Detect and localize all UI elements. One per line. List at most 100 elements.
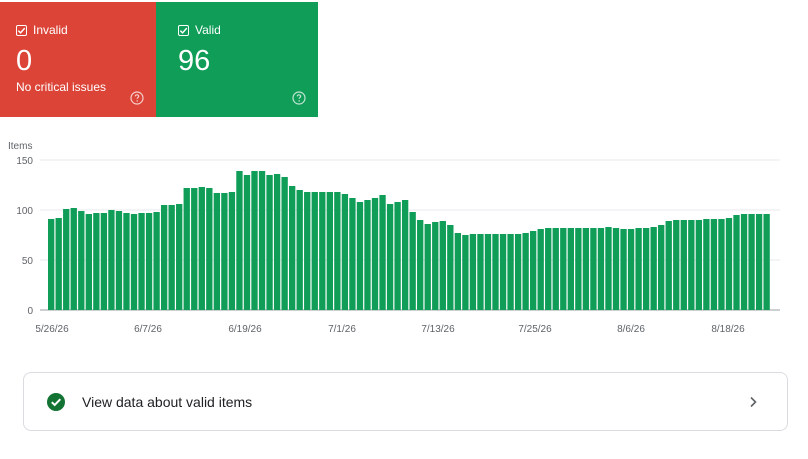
bar (755, 214, 763, 310)
bar (492, 234, 499, 310)
bar (417, 220, 424, 310)
bar (484, 234, 492, 310)
bar (642, 228, 650, 310)
bar (469, 234, 477, 310)
bar (48, 219, 55, 310)
bar (454, 233, 462, 310)
bar (514, 234, 522, 310)
bar (85, 214, 92, 310)
bar (447, 225, 454, 310)
bar (710, 219, 718, 310)
view-valid-items-label: View data about valid items (82, 393, 253, 410)
coverage-panel: Invalid 0 No critical issues Valid 96 It… (0, 0, 808, 459)
bar (627, 229, 635, 310)
bar (55, 218, 62, 310)
valid-status-card[interactable]: Valid 96 (156, 2, 318, 117)
bar (688, 220, 695, 310)
bar (499, 234, 507, 310)
y-tick-label: 100 (16, 206, 33, 217)
bar (763, 214, 770, 310)
x-tick-label: 6/7/26 (134, 324, 162, 335)
valid-count: 96 (178, 45, 211, 77)
bar (680, 220, 687, 310)
bar (560, 228, 567, 310)
bar (341, 194, 349, 310)
bar (78, 211, 85, 310)
bar (115, 211, 123, 310)
valid-label: Valid (195, 23, 221, 37)
bar (582, 228, 590, 310)
y-axis-label: Items (8, 141, 32, 152)
bar (597, 228, 605, 310)
x-tick-label: 6/19/26 (228, 324, 262, 335)
bar (176, 204, 183, 310)
valid-header: Valid (178, 22, 302, 38)
bar (537, 229, 544, 310)
bar (394, 202, 401, 310)
bar (356, 202, 364, 310)
check-circle-icon (47, 392, 65, 411)
bar (462, 235, 469, 310)
bar (236, 171, 243, 310)
y-tick-label: 150 (16, 156, 33, 167)
bar (334, 192, 341, 310)
bar (123, 213, 130, 310)
bar (439, 221, 446, 310)
invalid-label: Invalid (33, 23, 68, 37)
bar (221, 193, 228, 310)
bar (477, 234, 484, 310)
invalid-status-card[interactable]: Invalid 0 No critical issues (0, 2, 156, 117)
bar (658, 225, 665, 310)
items-bar-chart: Items 0 50 100 150 5/26/26 6/7/26 6/19/26 7/1/26… (8, 141, 780, 335)
help-circle-icon[interactable] (292, 91, 306, 105)
bar (650, 227, 657, 310)
bar (138, 213, 145, 310)
bar (281, 177, 288, 310)
bar (703, 219, 710, 310)
bar (273, 174, 281, 310)
bar (213, 193, 221, 310)
x-tick-label: 8/18/26 (711, 324, 745, 335)
help-circle-icon[interactable] (130, 91, 144, 105)
bar (507, 234, 514, 310)
invalid-subtitle: No critical issues (16, 80, 107, 94)
bar (319, 192, 326, 310)
bar (371, 198, 379, 310)
checkbox-checked-icon[interactable] (178, 24, 189, 36)
bar (198, 187, 205, 310)
bar (304, 192, 311, 310)
bar (153, 212, 160, 310)
bar (552, 228, 559, 310)
bar (718, 219, 725, 310)
bar (401, 200, 409, 310)
bar (605, 227, 612, 310)
bar (160, 205, 168, 310)
chevron-right-icon[interactable] (745, 394, 761, 410)
x-tick-label: 7/1/26 (328, 324, 356, 335)
bar (130, 214, 138, 310)
x-tick-label: 7/13/26 (421, 324, 455, 335)
bar (725, 218, 733, 310)
bar (386, 204, 394, 310)
bar (748, 214, 755, 310)
bar (409, 212, 416, 310)
bar (432, 222, 439, 310)
bar (522, 233, 529, 310)
bar (733, 215, 740, 310)
bar (191, 188, 198, 310)
bar (673, 220, 680, 310)
bar (289, 186, 296, 310)
x-tick-label: 8/6/26 (617, 324, 645, 335)
bar (740, 214, 748, 310)
bar (567, 228, 574, 310)
bar (311, 192, 318, 310)
bar (70, 208, 77, 310)
bar (108, 210, 115, 310)
checkbox-checked-icon[interactable] (16, 24, 27, 36)
bar (168, 205, 175, 310)
bar (251, 171, 258, 310)
view-valid-items-link[interactable]: View data about valid items (23, 372, 788, 431)
bar (243, 175, 251, 310)
y-tick-label: 0 (27, 306, 33, 317)
bar (530, 231, 537, 310)
